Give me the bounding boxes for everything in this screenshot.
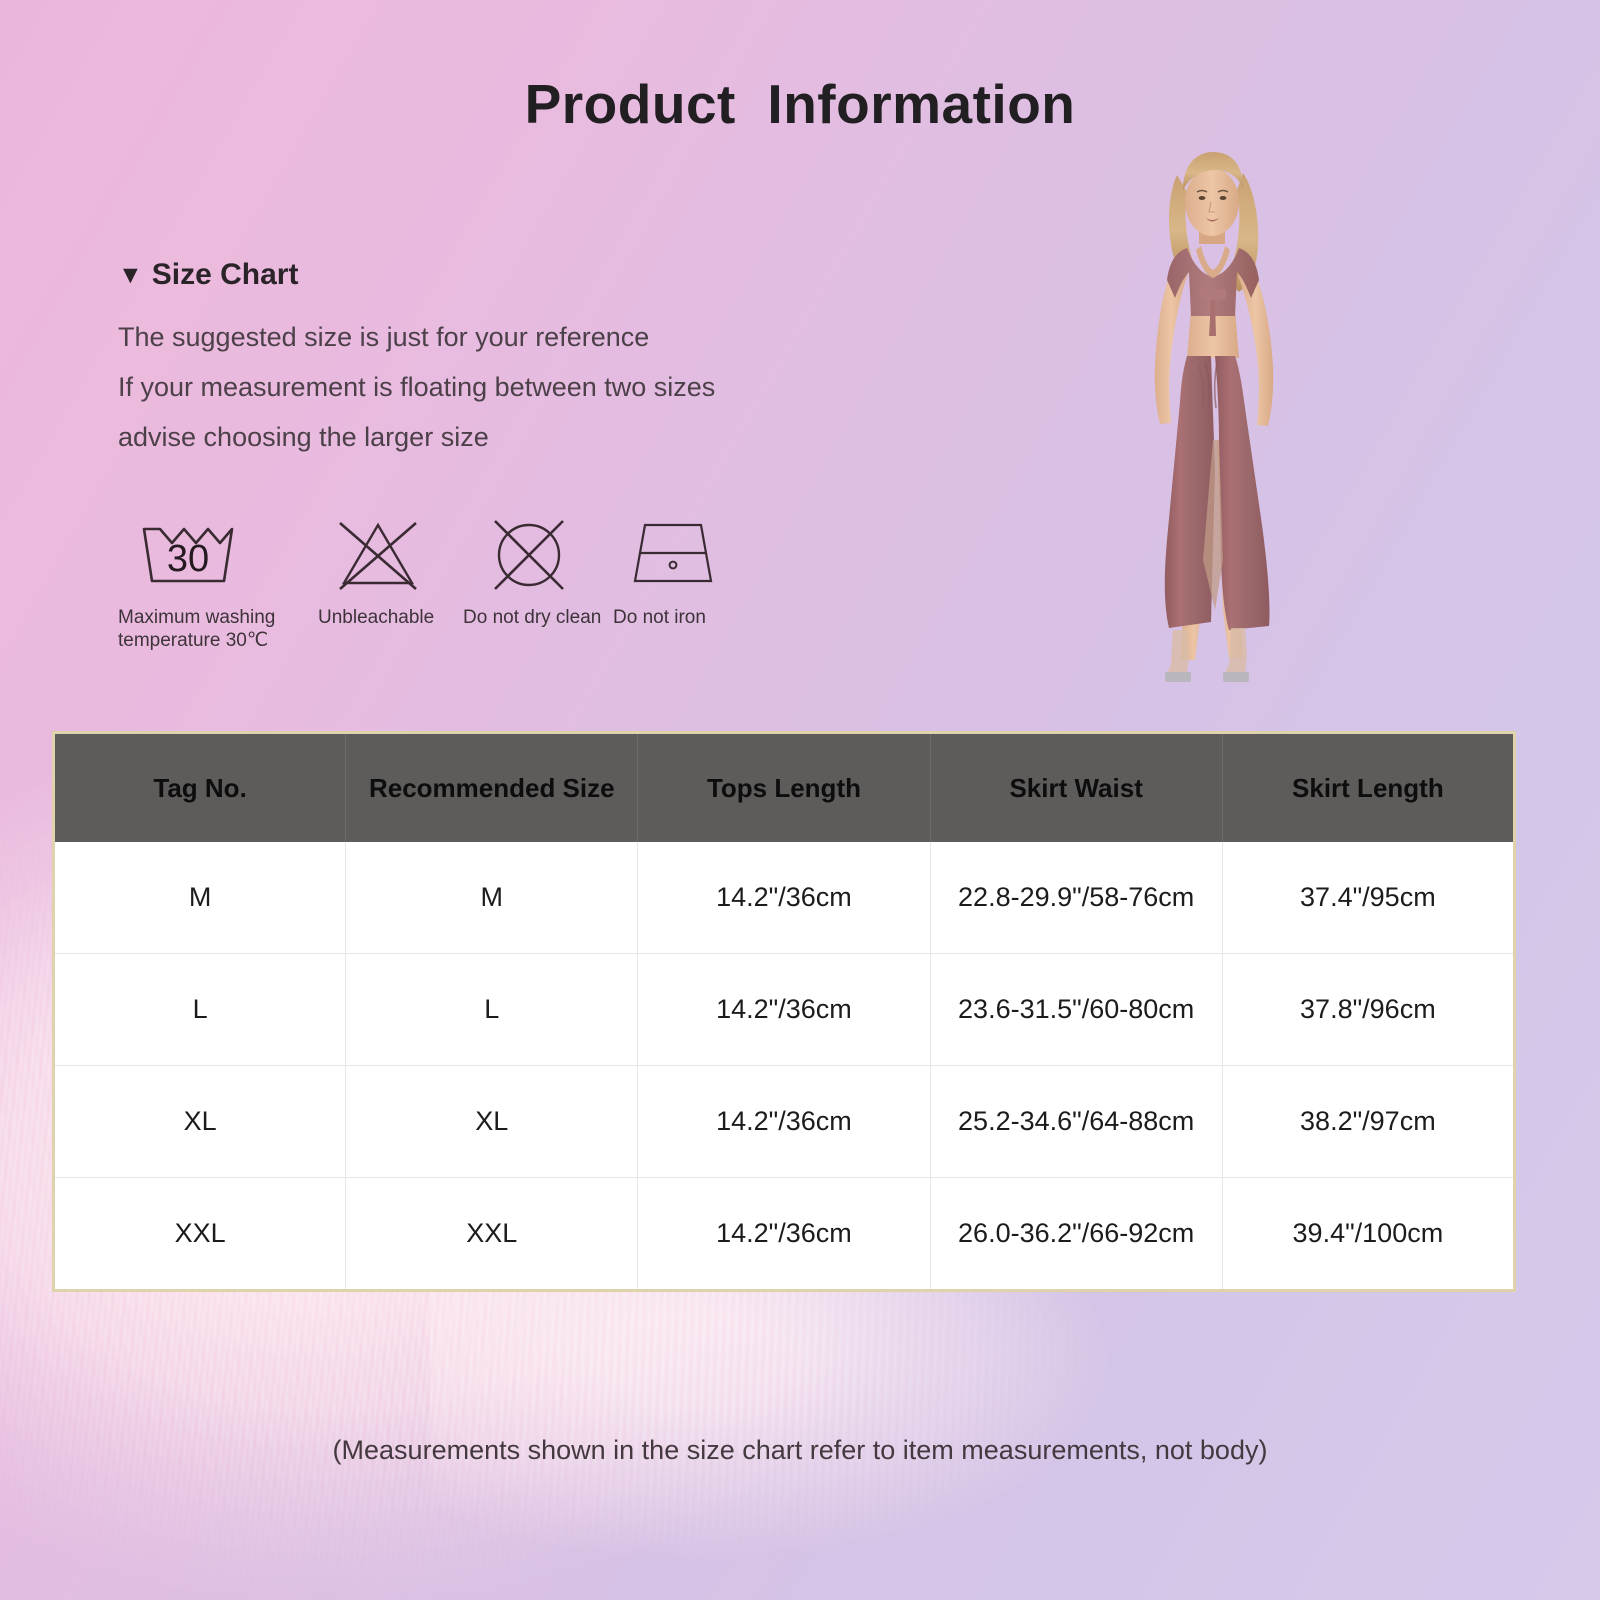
cell-tag-no: M: [53, 842, 347, 954]
iron-one-dot-icon: [613, 512, 763, 594]
cell-skirt-waist: 25.2-34.6"/64-88cm: [930, 1065, 1223, 1178]
cell-recommended-size: XXL: [345, 1177, 639, 1291]
care-symbol-label: Maximum washing temperature 30℃: [118, 607, 276, 651]
product-model-photo: [1083, 140, 1338, 705]
cell-skirt-length: 37.4"/95cm: [1222, 842, 1515, 954]
triangle-down-icon: ▼: [118, 260, 143, 289]
column-header-tops-length: Tops Length: [637, 732, 931, 842]
cell-skirt-waist: 23.6-31.5"/60-80cm: [930, 953, 1223, 1066]
table-row: XL XL 14.2"/36cm 25.2-34.6"/64-88cm 38.2…: [53, 1065, 1515, 1178]
wash-tub-30-icon: 30: [118, 512, 318, 594]
care-symbol-iron: Do not iron: [613, 512, 763, 629]
model-illustration: [1154, 152, 1274, 682]
column-header-skirt-waist: Skirt Waist: [930, 732, 1223, 842]
cell-recommended-size: M: [345, 842, 639, 954]
care-symbols-row: 30 Maximum washing temperature 30℃ Unble…: [118, 512, 763, 652]
cell-tag-no: XXL: [53, 1177, 347, 1291]
care-symbol-label: Do not iron: [613, 607, 706, 628]
measurement-footnote: (Measurements shown in the size chart re…: [332, 1435, 1268, 1465]
wash-temperature-value: 30: [167, 538, 209, 580]
cell-tops-length: 14.2"/36cm: [637, 953, 931, 1066]
cell-tag-no: XL: [53, 1065, 347, 1178]
table-row: XXL XXL 14.2"/36cm 26.0-36.2"/66-92cm 39…: [53, 1177, 1515, 1291]
cell-tops-length: 14.2"/36cm: [637, 1177, 931, 1291]
page-title: Product Information: [524, 73, 1076, 135]
cell-recommended-size: XL: [345, 1065, 639, 1178]
size-chart-description-line: The suggested size is just for your refe…: [118, 322, 650, 352]
size-chart-table: Tag No. Recommended Size Tops Length Ski…: [52, 731, 1516, 1292]
cell-skirt-length: 39.4"/100cm: [1222, 1177, 1515, 1291]
care-symbol-dry-clean: Do not dry clean: [463, 512, 613, 629]
size-chart-description-line: advise choosing the larger size: [118, 422, 489, 452]
cell-skirt-length: 38.2"/97cm: [1222, 1065, 1515, 1178]
crossed-triangle-icon: [318, 512, 463, 594]
cell-tag-no: L: [53, 953, 347, 1066]
cell-tops-length: 14.2"/36cm: [637, 842, 931, 954]
care-symbol-label: Do not dry clean: [463, 607, 602, 628]
column-header-skirt-length: Skirt Length: [1222, 732, 1515, 842]
table-row: M M 14.2"/36cm 22.8-29.9"/58-76cm 37.4"/…: [53, 842, 1515, 954]
size-chart-description: The suggested size is just for your refe…: [118, 312, 715, 462]
care-symbol-label: Unbleachable: [318, 607, 435, 628]
size-chart-description-line: If your measurement is floating between …: [118, 372, 716, 402]
table-header-row: Tag No. Recommended Size Tops Length Ski…: [53, 732, 1515, 842]
cell-skirt-length: 37.8"/96cm: [1222, 953, 1515, 1066]
column-header-recommended-size: Recommended Size: [345, 732, 639, 842]
product-information-page: Product Information ▼ Size Chart The sug…: [0, 0, 1600, 1600]
size-chart-heading-label: Size Chart: [151, 258, 299, 291]
column-header-tag-no: Tag No.: [53, 732, 347, 842]
cell-tops-length: 14.2"/36cm: [637, 1065, 931, 1178]
table-row: L L 14.2"/36cm 23.6-31.5"/60-80cm 37.8"/…: [53, 953, 1515, 1066]
cell-skirt-waist: 26.0-36.2"/66-92cm: [930, 1177, 1223, 1291]
size-chart-heading: ▼ Size Chart: [118, 258, 298, 292]
care-symbol-bleach: Unbleachable: [318, 512, 463, 629]
care-symbol-washing: 30 Maximum washing temperature 30℃: [118, 512, 318, 652]
cell-skirt-waist: 22.8-29.9"/58-76cm: [930, 842, 1223, 954]
cell-recommended-size: L: [345, 953, 639, 1066]
crossed-circle-icon: [463, 512, 613, 594]
